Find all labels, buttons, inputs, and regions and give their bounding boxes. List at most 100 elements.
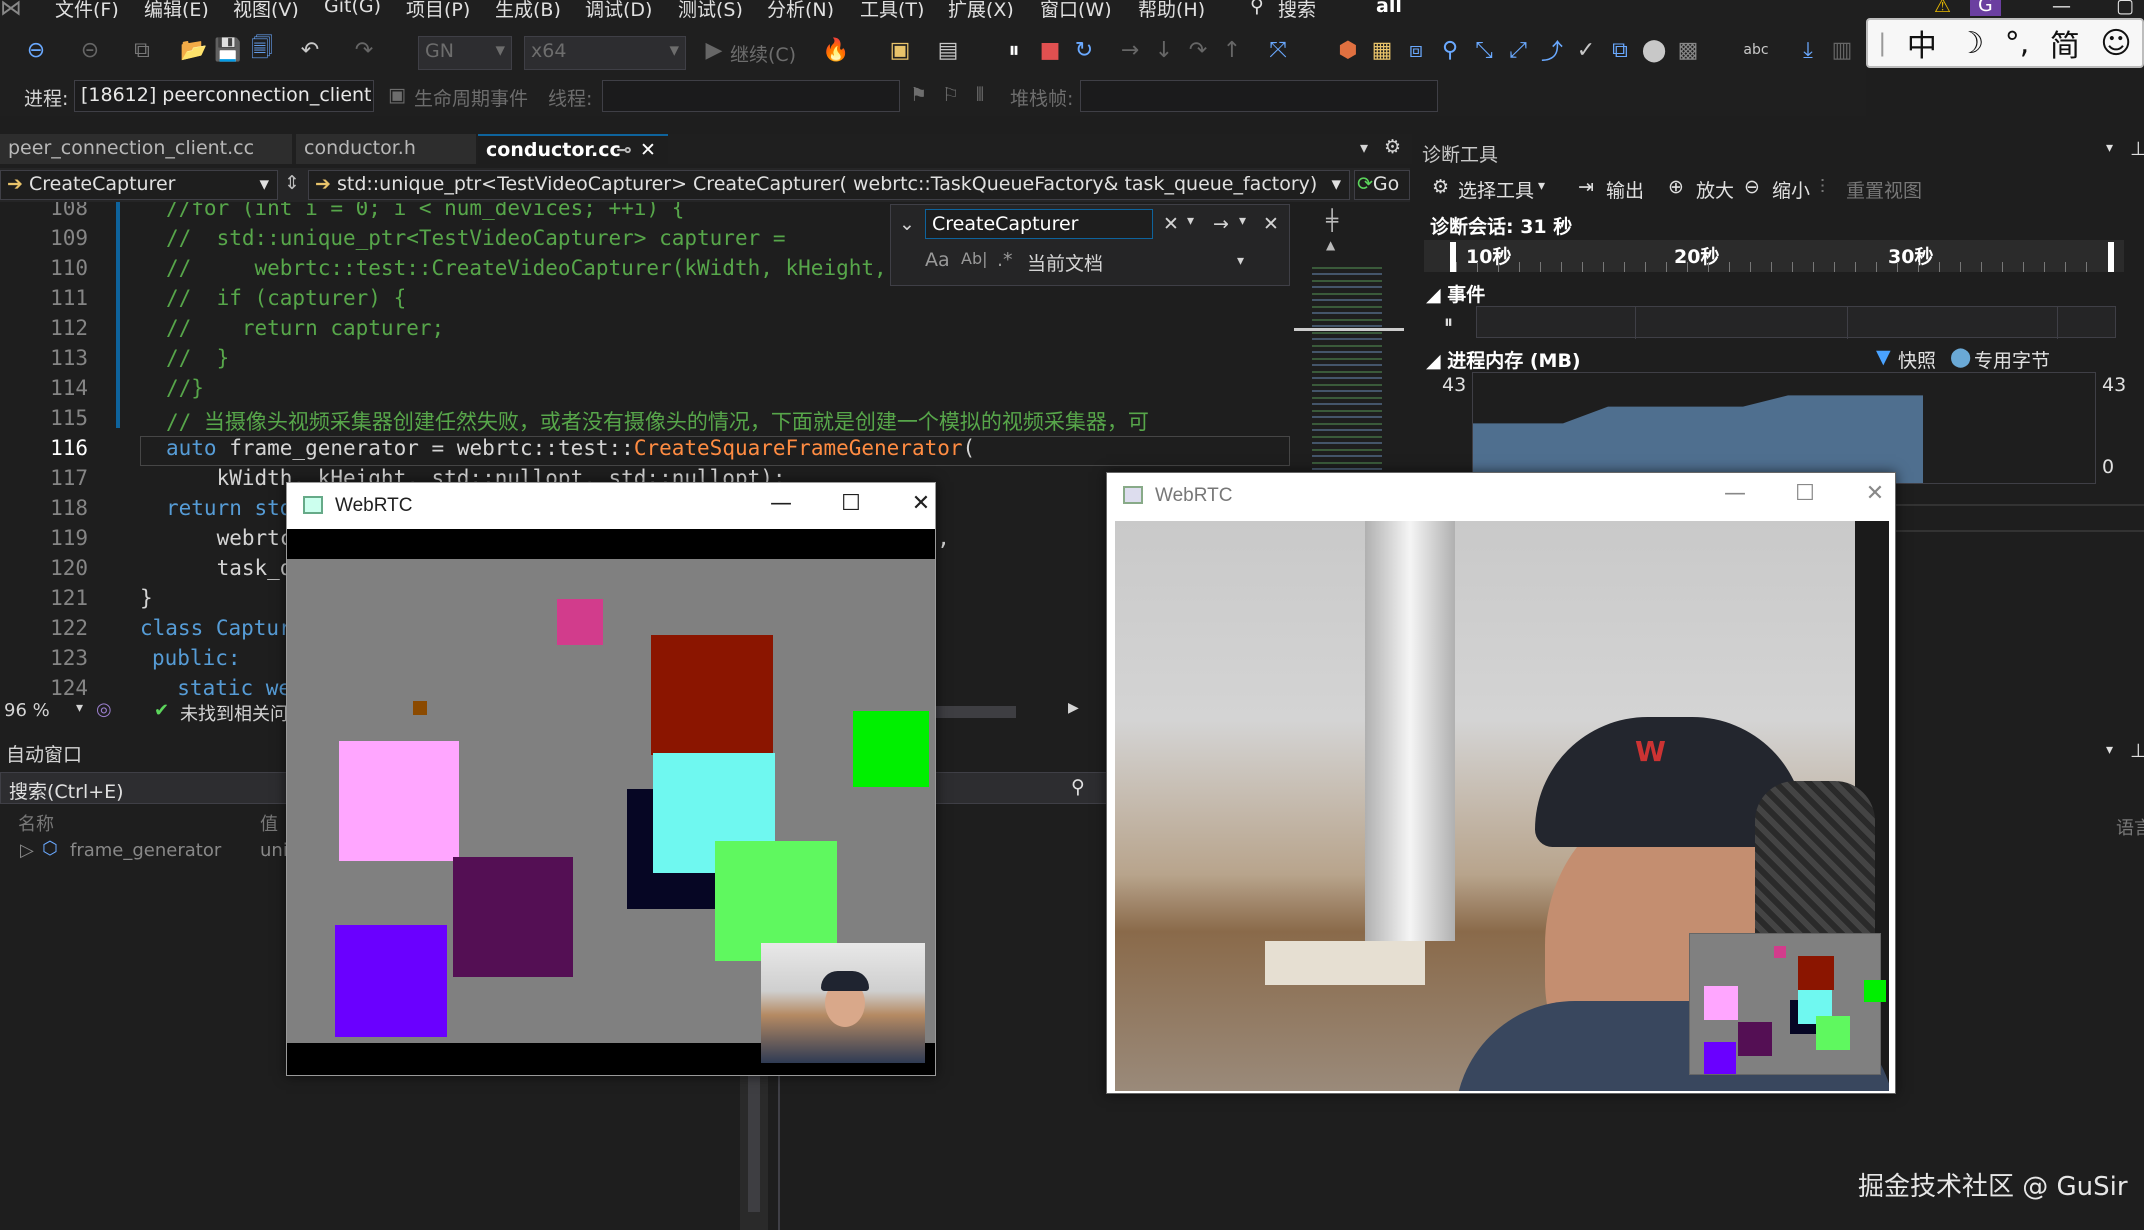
menu-help[interactable]: 帮助(H) — [1138, 0, 1205, 18]
stack-icon[interactable]: ⫴ — [976, 84, 984, 106]
lower-panel-menu-icon[interactable]: ▾ — [2106, 742, 2113, 758]
reset-view-icon[interactable]: ⫶ — [1820, 176, 1825, 198]
zoom-in-button[interactable]: 放大 — [1696, 176, 1734, 203]
regex-toggle[interactable]: .* — [997, 249, 1013, 271]
menu-build[interactable]: 生成(B) — [495, 0, 561, 18]
gear-icon[interactable]: ⚙ — [1432, 176, 1449, 198]
minimize-icon[interactable]: — — [1715, 481, 1755, 511]
tab-conductor-cc[interactable]: conductor.cc ⊸ ✕ — [478, 134, 668, 164]
thread-select[interactable] — [602, 80, 900, 112]
whole-word-toggle[interactable]: Ab| — [961, 249, 988, 268]
vs-logo-icon[interactable]: ⋈ — [0, 0, 22, 18]
redo-icon[interactable]: ↷ — [350, 36, 378, 64]
settings-icon[interactable]: ⚙ — [1384, 136, 1401, 158]
tool-g-icon[interactable]: ✓ — [1572, 36, 1600, 64]
config-select[interactable]: GN ▾ — [418, 36, 512, 70]
step-next-icon[interactable]: → — [1116, 36, 1144, 64]
tab-conductor-h[interactable]: conductor.h — [296, 134, 476, 164]
menu-edit[interactable]: 编辑(E) — [144, 0, 209, 18]
menu-tools[interactable]: 工具(T) — [860, 0, 924, 18]
pause-icon[interactable]: ⏸ — [1000, 36, 1028, 64]
ime-emoji-icon[interactable]: ☺ — [2100, 26, 2131, 61]
tool-a-icon[interactable]: ⬢ — [1334, 36, 1362, 64]
scroll-right-icon[interactable]: ▶ — [1068, 700, 1079, 716]
search-icon[interactable]: ⚲ — [1071, 776, 1085, 798]
menu-project[interactable]: 项目(P) — [406, 0, 470, 18]
zoom-out-button[interactable]: 缩小 — [1772, 176, 1810, 203]
step-out-icon[interactable]: ↑ — [1218, 36, 1246, 64]
close-find-icon[interactable]: ✕ — [1263, 213, 1279, 235]
column-language[interactable]: 语言 — [2116, 814, 2144, 840]
clear-icon[interactable]: ✕ — [1163, 213, 1179, 235]
tool-k-icon[interactable]: ⤓ — [1794, 36, 1822, 64]
find-input[interactable]: CreateCapturer — [925, 209, 1153, 239]
title-bar[interactable]: WebRTC — ☐ ✕ — [1107, 473, 1895, 519]
find-icon[interactable]: ⚲ — [1436, 36, 1464, 64]
back-icon[interactable]: ⊖ — [22, 36, 50, 64]
timeline-ruler[interactable]: 10秒 20秒 30秒 — [1424, 240, 2124, 272]
expand-replace-icon[interactable]: ⌄ — [899, 213, 915, 235]
pin-icon[interactable]: ⊸ — [616, 139, 632, 161]
tool-e-icon[interactable]: ⤢ — [1504, 36, 1532, 64]
menu-view[interactable]: 视图(V) — [233, 0, 299, 18]
menu-window[interactable]: 窗口(W) — [1040, 0, 1112, 18]
tool-j-icon[interactable]: ▩ — [1674, 36, 1702, 64]
minimize-icon[interactable]: — — [2052, 0, 2071, 17]
output-button[interactable]: 输出 — [1606, 176, 1644, 203]
webrtc-window-remote[interactable]: WebRTC — ☐ ✕ W — [1106, 472, 1896, 1094]
pause-events-icon[interactable]: ⏸ — [1440, 308, 1470, 338]
zoom-level[interactable]: 96 % — [4, 700, 50, 721]
diag-icon[interactable]: ⤧ — [1264, 36, 1292, 64]
menu-search[interactable]: 搜索 — [1278, 0, 1316, 18]
ime-simplified[interactable]: 简 — [2050, 21, 2080, 65]
find-next-icon[interactable]: → — [1213, 213, 1229, 235]
stop-icon[interactable]: ■ — [1036, 36, 1064, 64]
new-project-icon[interactable]: ⧉ — [128, 36, 156, 64]
find-options-icon[interactable]: ▾ — [1239, 213, 1246, 229]
zoom-out-icon[interactable]: ⊖ — [1744, 176, 1760, 198]
output-icon[interactable]: ⇥ — [1578, 176, 1594, 198]
warning-icon[interactable]: ⚠ — [1934, 0, 1951, 17]
spell-icon[interactable]: abc — [1742, 36, 1770, 64]
menu-debug[interactable]: 调试(D) — [585, 0, 652, 18]
menu-test[interactable]: 测试(S) — [678, 0, 743, 18]
reset-view-button[interactable]: 重置视图 — [1846, 176, 1922, 203]
minimize-icon[interactable]: — — [761, 491, 801, 521]
split-icon[interactable]: ⇕ — [284, 172, 300, 194]
history-icon[interactable]: ▾ — [1187, 213, 1194, 229]
diag-pin-icon[interactable]: ⊥ — [2130, 138, 2144, 160]
memory-section[interactable]: ◢ 进程内存 (MB) — [1426, 346, 1581, 373]
select-tool-button[interactable]: 选择工具 — [1458, 176, 1534, 203]
horizontal-scrollbar[interactable] — [930, 706, 1016, 718]
save-all-icon[interactable]: 🗐 — [248, 36, 276, 64]
ime-chinese[interactable]: 中 — [1907, 21, 1937, 65]
account-avatar[interactable]: G — [1970, 0, 2001, 16]
find-scope[interactable]: 当前文档 — [1027, 249, 1103, 276]
ime-punct[interactable]: °, — [2005, 26, 2030, 61]
stack-select[interactable] — [1080, 80, 1438, 112]
go-button[interactable]: ⟳Go — [1354, 170, 1410, 200]
restore-icon[interactable]: ▢ — [2116, 0, 2134, 17]
tool-f-icon[interactable]: ⤴ — [1538, 36, 1566, 65]
scroll-up-icon[interactable]: ▲ — [1326, 238, 1335, 252]
lifecycle-icon[interactable]: ▣ — [388, 84, 406, 106]
tool-i-icon[interactable]: ⬤ — [1640, 36, 1668, 64]
zoom-in-icon[interactable]: ⊕ — [1668, 176, 1684, 198]
open-folder-icon[interactable]: 📂 — [180, 36, 208, 64]
tool-d-icon[interactable]: ⤡ — [1470, 36, 1498, 64]
continue-button[interactable]: 继续(C) — [730, 40, 796, 67]
lower-panel-pin-icon[interactable]: ⊥ — [2130, 740, 2144, 762]
split-view-icon[interactable]: ╪ — [1326, 208, 1338, 232]
process-select[interactable]: [18612] peerconnection_client.‹ — [74, 80, 374, 112]
events-section[interactable]: ◢ 事件 — [1426, 280, 1485, 307]
tool-c-icon[interactable]: ⧈ — [1402, 36, 1430, 64]
close-tab-icon[interactable]: ✕ — [640, 139, 656, 161]
platform-select[interactable]: x64 ▾ — [524, 36, 686, 70]
select-tool-dropdown-icon[interactable]: ▾ — [1538, 178, 1545, 194]
forward-icon[interactable]: ⊝ — [76, 36, 104, 64]
menu-analyze[interactable]: 分析(N) — [767, 0, 834, 18]
tool-b-icon[interactable]: ▦ — [1368, 36, 1396, 64]
flag-thread-icon[interactable]: ⚐ — [942, 84, 959, 106]
target-icon[interactable]: ▣ — [886, 36, 914, 64]
hot-reload-icon[interactable]: 🔥 — [822, 36, 850, 64]
